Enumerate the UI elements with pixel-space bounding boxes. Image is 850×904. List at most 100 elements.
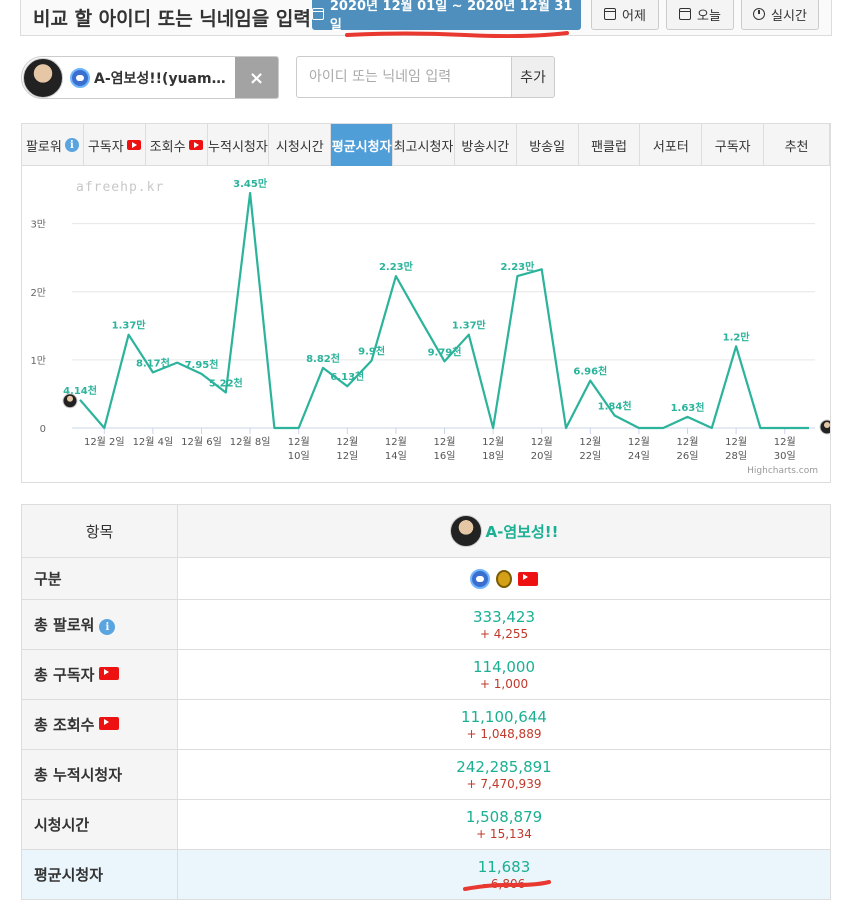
today-button[interactable]: 오늘 bbox=[666, 0, 734, 30]
y-tick-label: 2만 bbox=[30, 287, 46, 299]
row-label-text: 시청시간 bbox=[34, 816, 90, 834]
row-value-diff: + 4,255 bbox=[479, 627, 529, 641]
tab-label: 방송일 bbox=[529, 139, 566, 155]
tab-label: 서포터 bbox=[652, 139, 689, 155]
data-label: 8.82천 bbox=[306, 352, 340, 365]
today-label: 오늘 bbox=[697, 8, 721, 24]
row-label-text: 평균시청자 bbox=[34, 866, 104, 884]
info-icon[interactable]: i bbox=[99, 619, 116, 636]
avatar-marker-face bbox=[824, 422, 830, 428]
row-label: 평균시청자 bbox=[21, 849, 178, 900]
yesterday-button[interactable]: 어제 bbox=[591, 0, 659, 30]
row-label-text: 총 구독자 bbox=[34, 666, 95, 684]
calendar-icon bbox=[312, 8, 324, 20]
row-label: 총 조회수 bbox=[21, 699, 178, 750]
metric-tabs: 팔로워 i 구독자 조회수 누적시청자 시청시간 평균시청자 최고시청자 방송시간 방송일 팬클럽 서… bbox=[22, 124, 830, 166]
red-annotation-stroke bbox=[463, 880, 551, 891]
tab-label: 추천 bbox=[784, 139, 809, 155]
data-label: 2.23만 bbox=[500, 260, 535, 273]
date-range-label: 2020년 12월 01일 ~ 2020년 12월 31일 bbox=[329, 0, 573, 33]
avatar bbox=[23, 58, 63, 98]
tab-13[interactable]: 추천 bbox=[764, 124, 830, 166]
y-tick-label: 3만 bbox=[30, 219, 46, 231]
table-row: 총 누적시청자 242,285,891 + 7,470,939 bbox=[21, 749, 831, 800]
tab-10[interactable]: 팬클럽 bbox=[579, 124, 641, 166]
x-tick-label: 12월 bbox=[579, 436, 601, 448]
tab-label: 방송시간 bbox=[461, 139, 510, 155]
data-label: 2.23만 bbox=[379, 260, 414, 273]
tab-5[interactable]: 시청시간 bbox=[269, 124, 332, 166]
tab-label: 팬클럽 bbox=[591, 139, 627, 155]
x-tick-label: 28일 bbox=[725, 450, 747, 462]
tab-label: 시청시간 bbox=[275, 139, 324, 155]
x-tick-label: 12월 bbox=[385, 436, 407, 448]
data-label: 6.13천 bbox=[330, 370, 364, 383]
youtube-icon bbox=[188, 140, 203, 150]
data-label: 6.96천 bbox=[573, 365, 607, 378]
x-tick-label: 10일 bbox=[288, 450, 310, 462]
realtime-button[interactable]: 실시간 bbox=[741, 0, 819, 30]
x-tick-label: 30일 bbox=[774, 450, 796, 462]
data-label: 1.63천 bbox=[671, 401, 705, 414]
header-user: A-염보성!! bbox=[177, 504, 831, 558]
tab-label: 누적시청자 bbox=[208, 139, 268, 155]
x-tick-label: 12월 bbox=[482, 436, 504, 448]
page-title: 비교 할 아이디 또는 닉네임을 입력 bbox=[33, 8, 311, 30]
table-user-name[interactable]: A-염보성!! bbox=[486, 521, 559, 542]
y-tick-label: 1만 bbox=[30, 355, 46, 367]
tab-label: 평균시청자 bbox=[331, 139, 392, 155]
row-value: 114,000 + 1,000 bbox=[177, 649, 831, 700]
tab-11[interactable]: 서포터 bbox=[640, 124, 703, 166]
info-icon[interactable]: i bbox=[64, 138, 79, 152]
data-label: 9.79천 bbox=[428, 345, 462, 358]
tab-12[interactable]: 구독자 bbox=[702, 124, 765, 166]
tab-1[interactable]: 팔로워 i bbox=[22, 124, 84, 166]
tab-2[interactable]: 구독자 bbox=[84, 124, 146, 166]
tab-4[interactable]: 누적시청자 bbox=[208, 124, 270, 166]
table-row: 구분 bbox=[21, 557, 831, 600]
medal-icon bbox=[496, 569, 512, 588]
chart-credits[interactable]: Highcharts.com bbox=[747, 466, 818, 476]
row-value-main: 333,423 bbox=[472, 608, 536, 626]
tab-label: 조회수 bbox=[149, 139, 186, 155]
tab-label: 최고시청자 bbox=[393, 139, 454, 155]
row-value-main: 11,100,644 bbox=[461, 708, 547, 726]
date-range-button[interactable]: 2020년 12월 01일 ~ 2020년 12월 31일 bbox=[312, 0, 581, 33]
data-label: 1.37만 bbox=[452, 319, 487, 332]
youtube-icon bbox=[518, 571, 538, 586]
x-tick-label: 14일 bbox=[385, 450, 407, 462]
y-tick-label: 0 bbox=[40, 424, 46, 435]
data-label: 1.37만 bbox=[112, 319, 147, 332]
remove-user-button[interactable]: × bbox=[235, 57, 278, 98]
table-header-row: 항목 A-염보성!! bbox=[21, 504, 831, 558]
tab-8[interactable]: 방송시간 bbox=[455, 124, 517, 166]
x-tick-label: 16일 bbox=[434, 450, 456, 462]
row-value-diff: + 1,048,889 bbox=[466, 727, 542, 741]
tab-label: 구독자 bbox=[87, 139, 124, 155]
add-button[interactable]: 추가 bbox=[511, 56, 555, 98]
tab-9[interactable]: 방송일 bbox=[517, 124, 579, 166]
row-label-text: 총 누적시청자 bbox=[34, 766, 123, 784]
tab-7[interactable]: 최고시청자 bbox=[393, 124, 455, 166]
row-value bbox=[177, 557, 831, 600]
chart-panel: 팔로워 i 구독자 조회수 누적시청자 시청시간 평균시청자 최고시청자 방송시간 방송일 팬클럽 서… bbox=[21, 123, 831, 483]
header-label: 항목 bbox=[21, 504, 178, 558]
search-input[interactable] bbox=[296, 56, 512, 98]
x-tick-label: 12월 2일 bbox=[84, 436, 125, 448]
tab-6[interactable]: 평균시청자 bbox=[331, 124, 394, 166]
row-value: 333,423 + 4,255 bbox=[177, 599, 831, 650]
row-value-main: 114,000 bbox=[472, 658, 536, 676]
x-tick-label: 12월 6일 bbox=[181, 436, 222, 448]
row-label: 구분 bbox=[21, 557, 178, 600]
x-tick-label: 12일 bbox=[336, 450, 358, 462]
data-label: 3.45만 bbox=[233, 177, 268, 190]
x-tick-label: 12월 bbox=[434, 436, 456, 448]
row-value-main: 1,508,879 bbox=[465, 808, 543, 826]
row-label-text: 구분 bbox=[34, 570, 62, 588]
tab-3[interactable]: 조회수 bbox=[146, 124, 208, 166]
row-value-main: 11,683 bbox=[477, 858, 531, 876]
x-tick-label: 26일 bbox=[677, 450, 699, 462]
x-tick-label: 18일 bbox=[482, 450, 504, 462]
row-value-diff: + 7,470,939 bbox=[466, 777, 542, 791]
row-value: 11,683- 6,806 bbox=[177, 849, 831, 900]
